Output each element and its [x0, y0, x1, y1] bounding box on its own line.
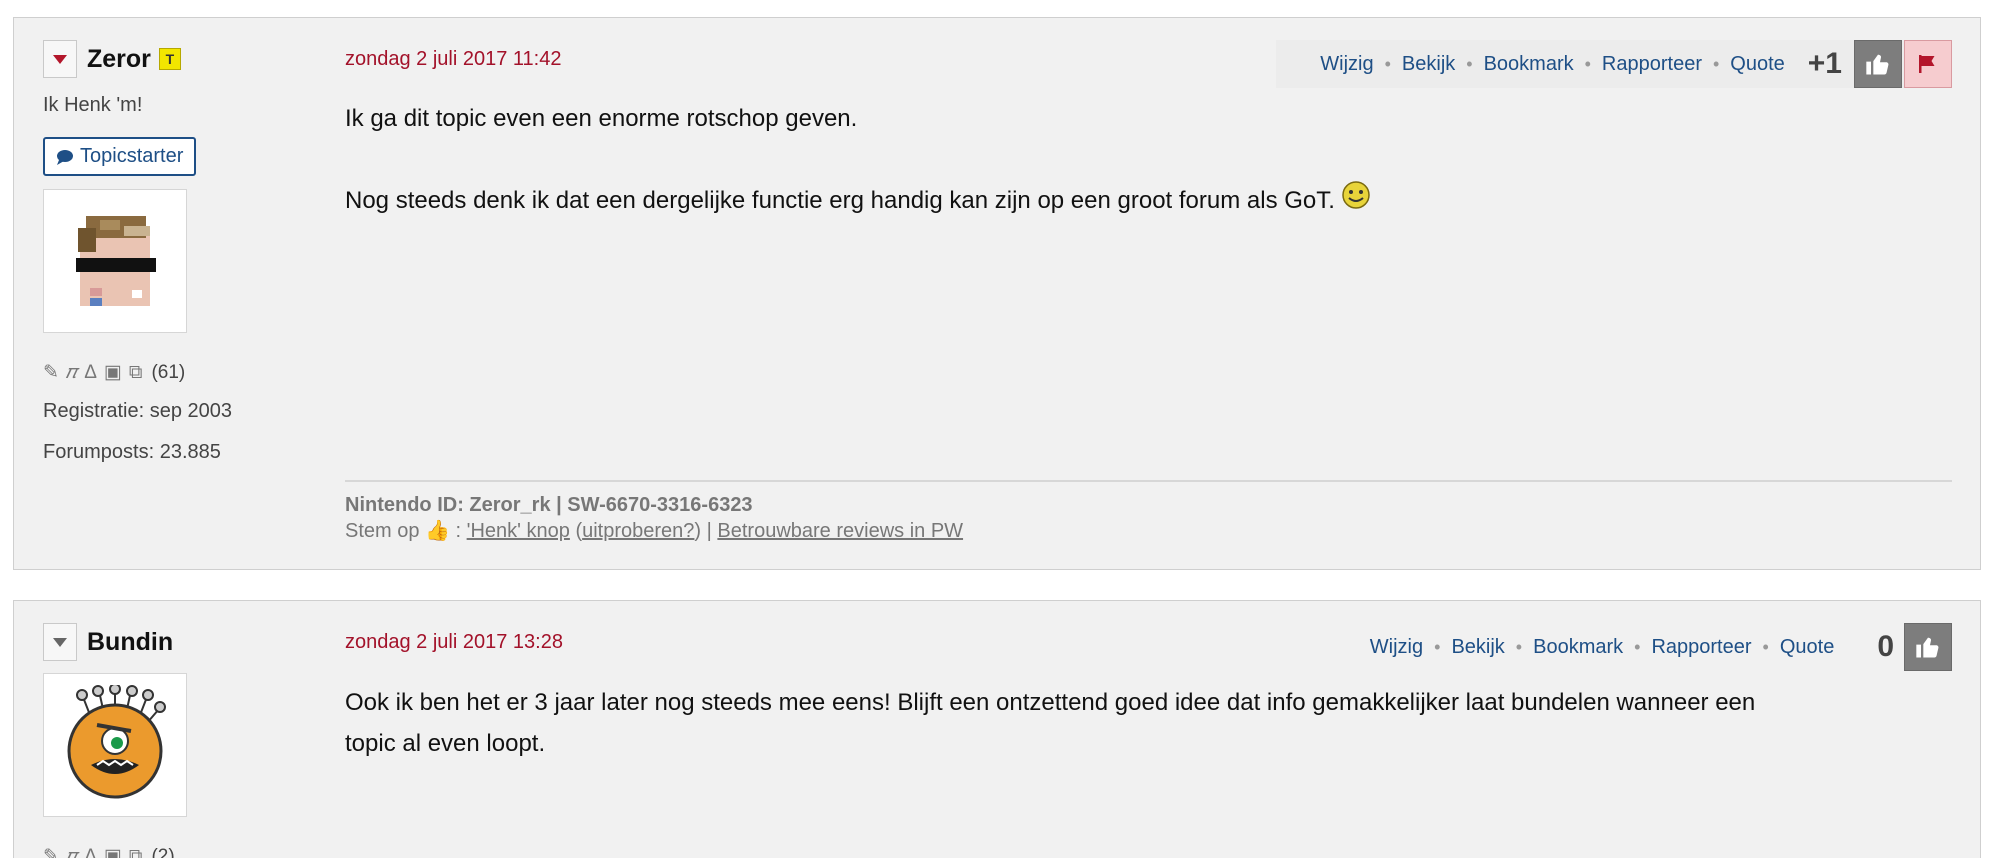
upvote-button[interactable] [1854, 40, 1902, 88]
smiley-icon [1341, 180, 1371, 223]
view-link[interactable]: Bekijk [1451, 636, 1504, 659]
edit-profile-icon[interactable]: ✎ [43, 361, 59, 384]
rank-badge: T [158, 48, 181, 70]
upvote-button[interactable] [1904, 623, 1952, 671]
hardware-icon[interactable]: ▣ [104, 361, 122, 384]
edit-link[interactable]: Wijzig [1320, 53, 1373, 76]
icon-count[interactable]: (2) [151, 846, 174, 858]
pi-icon[interactable]: 𝜋 [66, 362, 77, 384]
profile-icons: ✎ 𝜋 Δ ▣ ⧉ (2) [43, 845, 293, 858]
report-link[interactable]: Rapporteer [1651, 636, 1751, 659]
forumposts: Forumposts: 23.885 [43, 441, 221, 463]
username[interactable]: Bundin [87, 628, 173, 657]
uitproberen-link[interactable]: uitproberen? [582, 520, 694, 542]
message-paragraph: Ik ga dit topic even een enorme rotschop… [345, 105, 858, 132]
profile-icons: ✎ 𝜋 Δ ▣ ⧉ (61) [43, 361, 293, 384]
delta-icon[interactable]: Δ [84, 846, 97, 858]
view-link[interactable]: Bekijk [1402, 53, 1455, 76]
post-content: zondag 2 juli 2017 11:42 Wijzig • Bekijk •… [345, 40, 1952, 223]
collapse-button[interactable] [43, 40, 77, 78]
forum-post: Zeror T Ik Henk 'm! Topicstarter ✎ 𝜋 Δ ▣… [13, 17, 1981, 570]
pixel-avatar-icon [76, 216, 156, 306]
thumbs-up-emoji-icon: 👍 [425, 520, 450, 542]
message-paragraph: Ook ik ben het er 3 jaar later nog steed… [345, 689, 1756, 757]
edit-profile-icon[interactable]: ✎ [43, 845, 59, 858]
topicstarter-badge: Topicstarter [43, 137, 197, 176]
user-info: Zeror T Ik Henk 'm! Topicstarter ✎ 𝜋 Δ ▣… [43, 40, 293, 464]
vote-score: +1 [1807, 47, 1842, 80]
bookmark-link[interactable]: Bookmark [1533, 636, 1623, 659]
quote-link[interactable]: Quote [1780, 636, 1834, 659]
icon-count[interactable]: (61) [151, 362, 185, 384]
registration: Registratie: sep 2003 [43, 400, 233, 422]
avatar[interactable] [43, 189, 187, 333]
triangle-down-icon [53, 54, 67, 64]
copy-icon[interactable]: ⧉ [129, 362, 143, 384]
angry-monster-avatar-icon [67, 685, 166, 799]
delta-icon[interactable]: Δ [84, 362, 97, 384]
topicstarter-label: Topicstarter [80, 145, 184, 167]
edit-link[interactable]: Wijzig [1370, 636, 1423, 659]
thumbs-up-icon [1916, 637, 1939, 658]
bookmark-link[interactable]: Bookmark [1484, 53, 1574, 76]
flag-icon [1919, 55, 1935, 73]
henk-knop-link[interactable]: 'Henk' knop [467, 520, 570, 542]
speech-bubble-icon [57, 149, 73, 165]
copy-icon[interactable]: ⧉ [129, 846, 143, 858]
signature: Nintendo ID: Zeror_rk | SW-6670-3316-632… [345, 480, 1952, 544]
username[interactable]: Zeror [87, 45, 151, 74]
collapse-button[interactable] [43, 623, 77, 661]
thumbs-up-icon [1866, 54, 1889, 75]
pi-icon[interactable]: 𝜋 [66, 846, 77, 858]
post-content: zondag 2 juli 2017 13:28 Wijzig • Bekijk •… [345, 623, 1952, 764]
user-title: Ik Henk 'm! [43, 94, 143, 116]
post-actions: Wijzig • Bekijk • Bookmark • Rapporteer • Qu… [1276, 40, 1952, 88]
message-paragraph: Nog steeds denk ik dat een dergelijke fu… [345, 180, 1952, 223]
avatar[interactable] [43, 673, 187, 817]
triangle-down-icon [53, 637, 67, 647]
signature-line1: Nintendo ID: Zeror_rk | SW-6670-3316-632… [345, 494, 753, 516]
vote-score: 0 [1877, 630, 1894, 663]
post-actions: Wijzig • Bekijk • Bookmark • Rapporteer • Qu… [1370, 623, 1952, 671]
reviews-link[interactable]: Betrouwbare reviews in PW [717, 520, 963, 542]
post-message: Ik ga dit topic even een enorme rotschop… [345, 98, 1952, 223]
user-info: Bundin ✎ 𝜋 Δ ▣ ⧉ (2) [43, 623, 293, 858]
forum-post: Bundin ✎ 𝜋 Δ ▣ ⧉ (2) zondag 2 juli 2017 … [13, 600, 1981, 858]
flag-button[interactable] [1904, 40, 1952, 88]
hardware-icon[interactable]: ▣ [104, 845, 122, 858]
post-message: Ook ik ben het er 3 jaar later nog steed… [345, 682, 1765, 764]
report-link[interactable]: Rapporteer [1602, 53, 1702, 76]
quote-link[interactable]: Quote [1730, 53, 1784, 76]
signature-line2: Stem op 👍 : 'Henk' knop (uitproberen?) |… [345, 520, 964, 542]
